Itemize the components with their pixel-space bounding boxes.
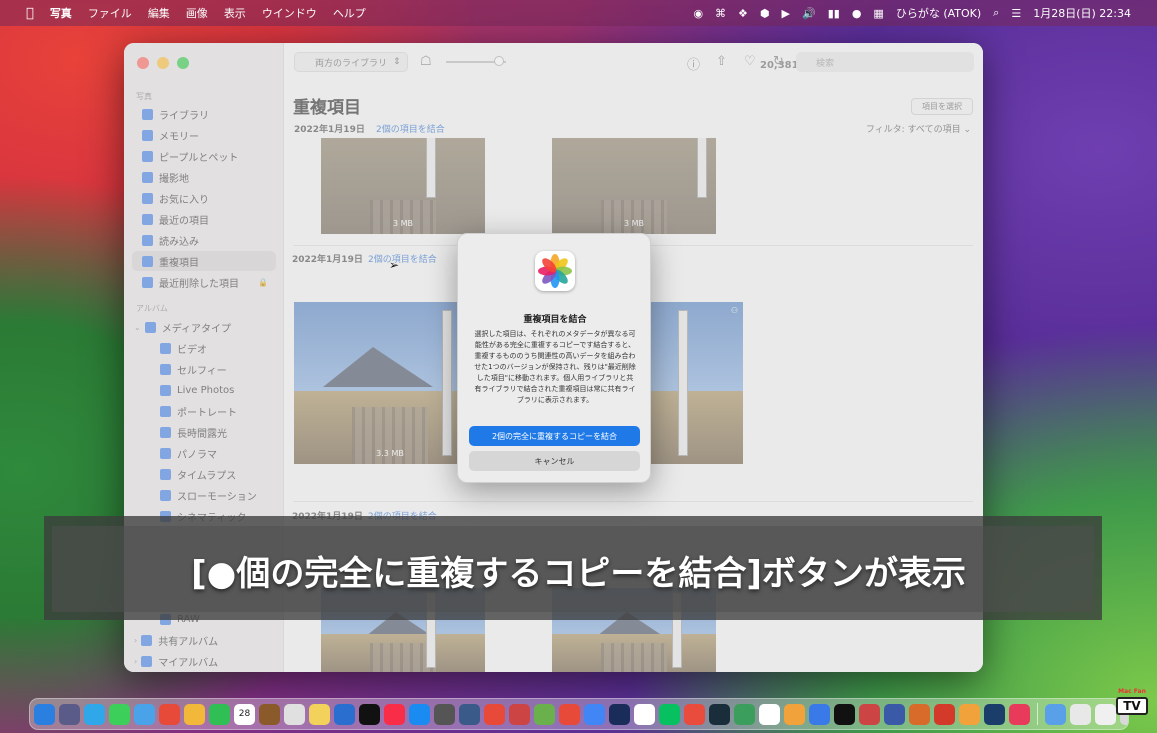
dock-folder-icon[interactable] [1045,703,1066,725]
menu-bar:  写真 ファイル 編集 画像 表示 ウインドウ ヘルプ ◉ ⌘ ❖ ⬢ ▶ 🔊… [0,0,1157,26]
input-method-icon[interactable]: ▦ [873,7,883,20]
dock-app-icon[interactable] [59,703,80,725]
dock-app-icon[interactable] [984,703,1005,725]
dock-app-icon[interactable] [559,703,580,725]
dock-app-icon[interactable] [484,703,505,725]
merge-duplicates-button[interactable]: 2個の完全に重複するコピーを結合 [469,426,640,446]
dropbox-icon[interactable]: ❖ [738,7,748,20]
volume-icon[interactable]: 🔊 [802,7,816,20]
menu-view[interactable]: 表示 [224,5,246,21]
dock-separator [1037,703,1038,725]
menu-help[interactable]: ヘルプ [333,5,366,21]
menu-edit[interactable]: 編集 [148,5,170,21]
dock-app-icon[interactable] [934,703,955,725]
dialog-title: 重複項目を結合 [523,315,587,325]
dock-app-icon[interactable] [809,703,830,725]
shield-icon[interactable]: ⬢ [760,7,770,20]
dock-app-icon[interactable] [334,703,355,725]
play-icon[interactable]: ▶ [782,7,790,20]
watermark-logo: Mac Fan TV [1116,688,1148,715]
dock-app-icon[interactable] [159,703,180,725]
dock-app-icon[interactable] [509,703,530,725]
input-method-label[interactable]: ひらがな (ATOK) [896,5,981,21]
calendar-app-icon[interactable]: 28 [234,703,255,725]
dock-app-icon[interactable] [109,703,130,725]
video-caption: [●個の完全に重複するコピーを結合]ボタンが表示 [191,554,966,594]
dock-app-icon[interactable] [684,703,705,725]
dock-app-icon[interactable] [859,703,880,725]
menu-window[interactable]: ウインドウ [262,5,317,21]
dock-app-icon[interactable] [184,703,205,725]
dock-app-icon[interactable] [634,703,655,725]
dock-app-icon[interactable] [309,703,330,725]
line-icon[interactable]: ● [852,7,862,20]
dock-app-icon[interactable] [759,703,780,725]
photos-app-icon [535,251,575,291]
apple-menu-icon[interactable]:  [26,6,34,21]
dock-app-icon[interactable] [884,703,905,725]
merge-dialog: 重複項目を結合 選択した項目は、それぞれのメタデータが異なる可能性がある完全に重… [457,233,651,483]
dock-app-icon[interactable] [34,703,55,725]
dock-app-icon[interactable] [134,703,155,725]
menu-file[interactable]: ファイル [88,5,132,21]
dock-app-icon[interactable] [384,703,405,725]
menu-clock[interactable]: 1月28日(日) 22:34 [1033,5,1131,21]
mouse-pointer-icon: ➢ [389,258,400,272]
dock-app-icon[interactable] [409,703,430,725]
dock-app-icon[interactable] [734,703,755,725]
menu-image[interactable]: 画像 [186,5,208,21]
dock-app-icon[interactable] [284,703,305,725]
dock-app-icon[interactable] [834,703,855,725]
dock-app-icon[interactable] [1009,703,1030,725]
spotlight-search-icon[interactable]: ⌕ [993,6,999,20]
dock-app-icon[interactable] [459,703,480,725]
dock-app-icon[interactable] [84,703,105,725]
dock-app-icon[interactable] [709,703,730,725]
watermark-tv: TV [1116,697,1148,715]
dock-app-icon[interactable] [359,703,380,725]
dock: 28 [29,698,1129,730]
dock-app-icon[interactable] [259,703,280,725]
dock-app-icon[interactable] [959,703,980,725]
control-center-icon[interactable]: ☰ [1011,7,1021,20]
cancel-button[interactable]: キャンセル [469,451,640,471]
record-icon[interactable]: ◉ [693,7,703,20]
dock-app-icon[interactable] [534,703,555,725]
dialog-message: 選択した項目は、それぞれのメタデータが異なる可能性がある完全に重複するコピーです… [474,330,636,404]
dock-app-icon[interactable] [909,703,930,725]
command-icon[interactable]: ⌘ [715,7,726,20]
dock-app-icon[interactable] [659,703,680,725]
dock-app-icon[interactable] [784,703,805,725]
dock-folder-icon[interactable] [1070,703,1091,725]
watermark-text: Mac Fan [1118,688,1146,695]
dock-app-icon[interactable] [584,703,605,725]
dock-app-icon[interactable] [609,703,630,725]
dock-app-icon[interactable] [209,703,230,725]
dock-app-icon[interactable] [434,703,455,725]
dock-folder-icon[interactable] [1095,703,1116,725]
battery-icon[interactable]: ▮▮ [828,7,840,20]
menu-app-name[interactable]: 写真 [50,5,72,21]
